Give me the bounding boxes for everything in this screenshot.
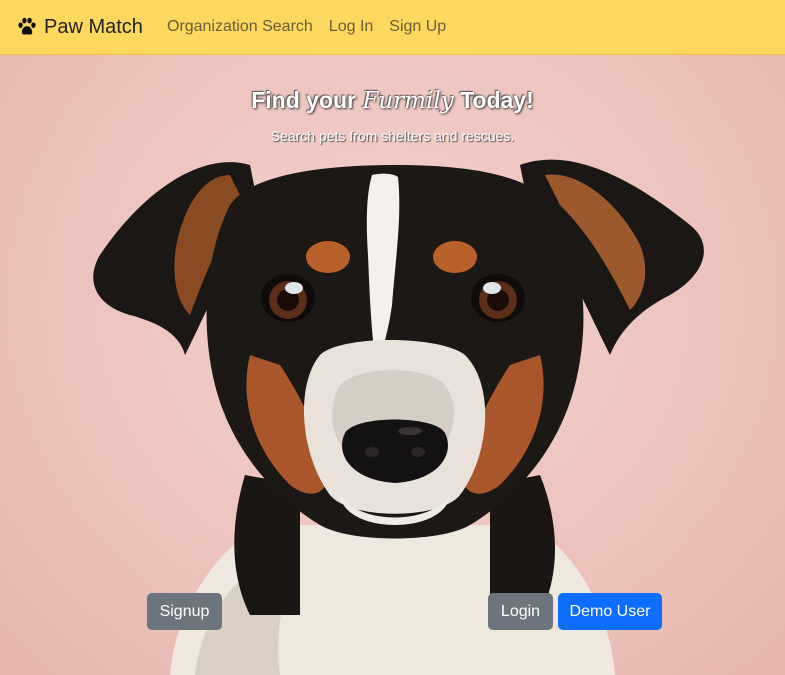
headline-before: Find your [251,87,357,113]
page: Paw Match Organization Search Log In Sig… [0,0,785,675]
signup-button[interactable]: Signup [147,593,222,630]
hero-section: Find your Furmily Today! Search pets fro… [0,55,785,675]
nav-organization-search[interactable]: Organization Search [167,18,313,36]
headline-after: Today! [460,87,534,113]
paw-icon [18,17,36,35]
brand-name: Paw Match [44,15,143,38]
dog-photo [93,159,704,675]
brand-link[interactable]: Paw Match [16,16,167,39]
nav-log-in[interactable]: Log In [329,18,373,36]
headline-script-word: Furmily [362,88,454,114]
demo-user-button[interactable]: Demo User [558,593,662,630]
login-button[interactable]: Login [488,593,553,630]
hero-headline: Find your Furmily Today! [0,87,785,114]
hero-subtext: Search pets from shelters and rescues. [270,128,515,144]
nav-sign-up[interactable]: Sign Up [389,18,446,36]
navbar: Paw Match Organization Search Log In Sig… [0,0,785,55]
